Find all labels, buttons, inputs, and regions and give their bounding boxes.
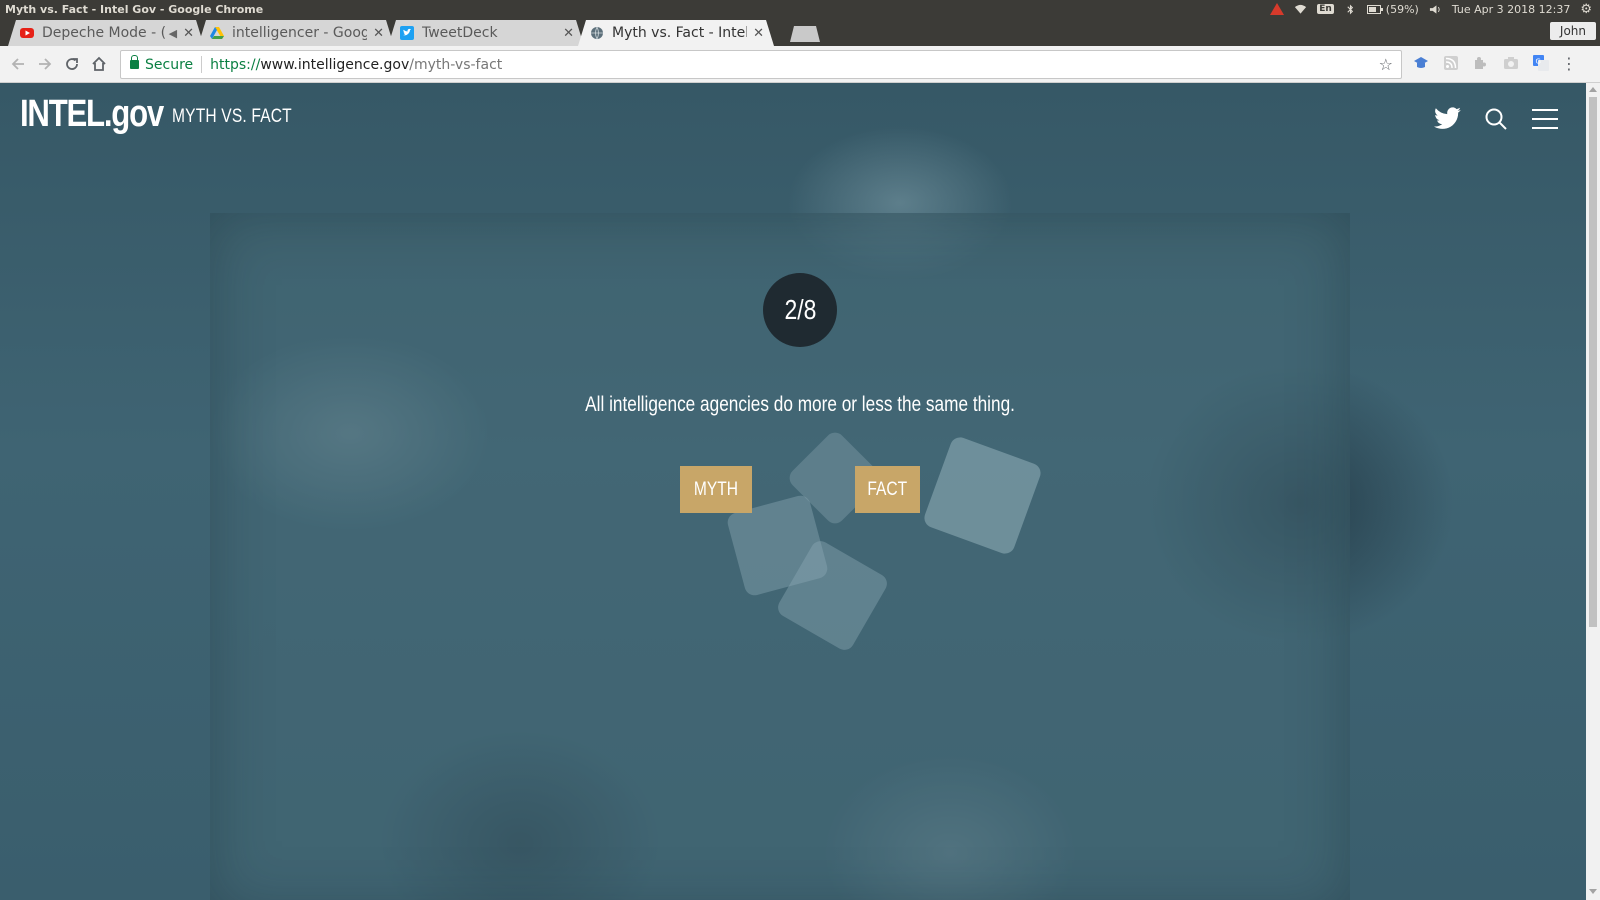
menu-button[interactable] — [1529, 103, 1561, 135]
url-path: /myth-vs-fact — [409, 56, 503, 73]
myth-button-label: MYTH — [693, 478, 739, 500]
site-logo[interactable]: INTEL.gov — [20, 93, 164, 136]
tab-label: Myth vs. Fact - Intel — [612, 25, 748, 41]
close-tab-icon[interactable]: ✕ — [373, 26, 384, 41]
bookmark-star-icon[interactable]: ☆ — [1379, 55, 1393, 74]
omnibox-divider — [201, 56, 203, 73]
bluetooth-icon[interactable] — [1344, 4, 1357, 15]
question-counter-text: 2/8 — [784, 294, 816, 325]
scrollbar-thumb[interactable] — [1589, 97, 1597, 627]
fact-button[interactable]: FACT — [855, 466, 920, 513]
scroll-up-arrow-icon[interactable] — [1589, 87, 1597, 92]
new-tab-button[interactable] — [790, 26, 820, 42]
tab-myth-vs-fact[interactable]: Myth vs. Fact - Intel ✕ — [578, 20, 774, 46]
browser-menu-icon[interactable]: ⋮ — [1560, 54, 1578, 73]
fact-button-label: FACT — [867, 478, 908, 500]
tab-intelligencer[interactable]: intelligencer - Goog ✕ — [198, 20, 394, 46]
extension-puzzle-icon[interactable] — [1472, 54, 1490, 72]
question-counter: 2/8 — [763, 273, 837, 347]
reload-button[interactable] — [58, 51, 85, 78]
battery-status[interactable]: (59%) — [1366, 2, 1419, 16]
svg-text:G: G — [1536, 58, 1541, 66]
forward-button[interactable] — [31, 51, 58, 78]
hamburger-menu-icon — [1532, 109, 1558, 129]
back-button[interactable] — [4, 51, 31, 78]
volume-icon[interactable] — [1429, 4, 1442, 15]
battery-icon — [1366, 4, 1383, 14]
address-bar[interactable]: Secure https://www.intelligence.gov/myth… — [120, 50, 1402, 79]
url-text[interactable]: https://www.intelligence.gov/myth-vs-fac… — [210, 57, 502, 73]
tab-strip: Depeche Mode - ( ◀︎ ✕ intelligencer - Go… — [0, 18, 1600, 46]
scroll-down-arrow-icon[interactable] — [1589, 889, 1597, 894]
url-scheme: https:// — [210, 56, 261, 73]
profile-button[interactable]: John — [1549, 22, 1596, 40]
twitter-bird-icon — [1434, 107, 1461, 129]
close-tab-icon[interactable]: ✕ — [563, 26, 574, 41]
home-icon — [91, 56, 106, 71]
lock-icon[interactable] — [130, 55, 139, 69]
tab-depeche-mode[interactable]: Depeche Mode - ( ◀︎ ✕ — [8, 20, 204, 46]
arrow-left-icon — [11, 58, 24, 70]
window-title: Myth vs. Fact - Intel Gov - Google Chrom… — [5, 2, 264, 16]
tab-label: Depeche Mode - ( — [42, 25, 165, 41]
section-title: MYTH VS. FACT — [172, 106, 292, 127]
extension-rss-icon[interactable] — [1442, 54, 1460, 72]
page-scrollbar[interactable] — [1586, 83, 1600, 900]
youtube-icon — [20, 26, 34, 40]
extension-camera-icon[interactable] — [1502, 54, 1520, 72]
system-tray: En (59%) Tue Apr 3 2018 12:37 ⚙ — [1270, 2, 1600, 17]
extension-translate-icon[interactable]: G — [1532, 54, 1550, 72]
search-button[interactable] — [1480, 103, 1512, 135]
muted-speaker-icon[interactable]: ◀︎ — [169, 27, 177, 40]
extension-graduation-cap-icon[interactable] — [1412, 54, 1430, 72]
settings-gear-icon[interactable]: ⚙ — [1580, 2, 1592, 17]
tab-label: TweetDeck — [422, 25, 498, 41]
google-drive-icon — [210, 26, 224, 40]
page-content: INTEL.gov MYTH VS. FACT 2/8 All intellig… — [0, 83, 1586, 900]
browser-toolbar: Secure https://www.intelligence.gov/myth… — [0, 46, 1600, 83]
question-text-label: All intelligence agencies do more or les… — [585, 393, 1015, 416]
globe-icon — [590, 26, 604, 40]
tab-label: intelligencer - Goog — [232, 25, 368, 41]
close-tab-icon[interactable]: ✕ — [753, 26, 764, 41]
twitter-button[interactable] — [1432, 103, 1464, 135]
reload-icon — [65, 58, 78, 70]
os-top-bar: Myth vs. Fact - Intel Gov - Google Chrom… — [0, 0, 1600, 18]
keyboard-layout-indicator[interactable]: En — [1317, 4, 1334, 14]
twitter-icon — [400, 26, 414, 40]
battery-percent: (59%) — [1385, 2, 1419, 16]
home-button[interactable] — [85, 51, 112, 78]
clock[interactable]: Tue Apr 3 2018 12:37 — [1452, 3, 1571, 16]
wifi-icon[interactable] — [1294, 4, 1307, 15]
url-host: www.intelligence.gov — [260, 56, 410, 73]
arrow-right-icon — [38, 58, 51, 70]
secure-label[interactable]: Secure — [145, 57, 193, 73]
search-icon — [1485, 108, 1507, 130]
myth-button[interactable]: MYTH — [680, 466, 752, 513]
question-text: All intelligence agencies do more or les… — [400, 393, 1200, 417]
tab-tweetdeck[interactable]: TweetDeck ✕ — [388, 20, 584, 46]
warning-icon[interactable] — [1270, 3, 1285, 15]
close-tab-icon[interactable]: ✕ — [183, 26, 194, 41]
